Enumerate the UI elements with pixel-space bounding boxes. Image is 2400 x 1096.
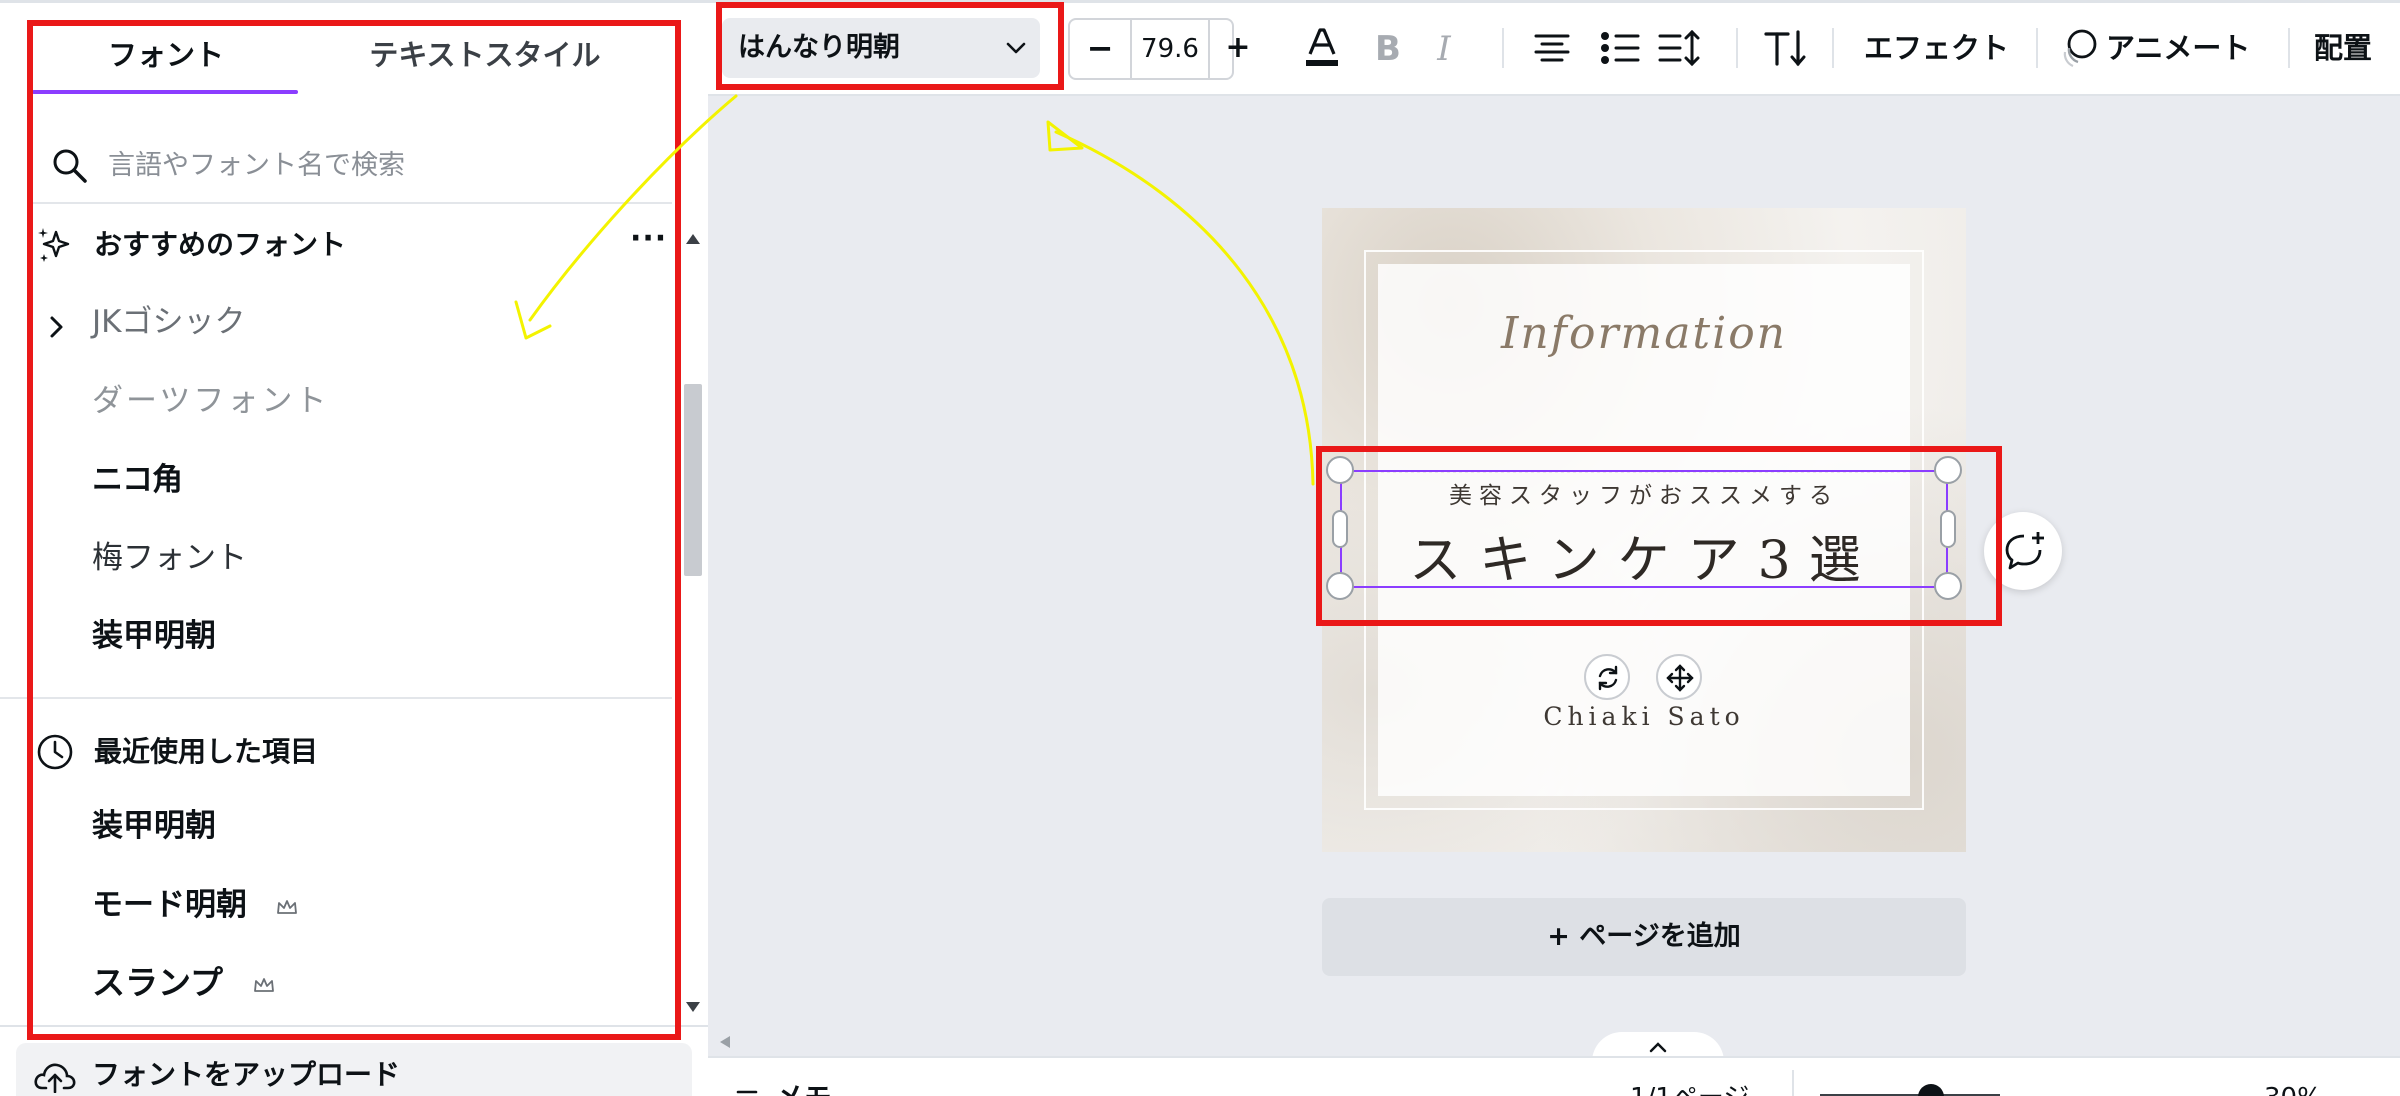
svg-text:B: B [1375, 29, 1401, 69]
toolbar-divider [2288, 28, 2290, 68]
annotation-box-font-panel [27, 20, 681, 1040]
zoom-slider-knob[interactable] [1918, 1084, 1944, 1096]
annotation-box-font-dropdown [716, 2, 1064, 90]
upload-font-label: フォントをアップロード [92, 1058, 401, 1091]
toolbar-divider [1832, 28, 1834, 68]
align-center-icon[interactable] [1528, 24, 1576, 72]
scroll-down-arrow[interactable] [684, 1000, 702, 1014]
design-author-text[interactable]: Chiaki Sato [1322, 702, 1966, 731]
bottom-divider [1792, 1070, 1794, 1096]
comment-plus-icon [2005, 532, 2044, 570]
move-button[interactable] [1656, 654, 1702, 700]
toolbar-divider [1502, 28, 1504, 68]
animate-label: アニメート [2106, 31, 2251, 65]
line-spacing-icon[interactable] [1656, 24, 1704, 72]
scroll-left-arrow[interactable] [718, 1034, 732, 1050]
font-size-input[interactable]: 79.6 [1130, 20, 1210, 78]
font-size-stepper: − 79.6 + [1068, 18, 1251, 80]
bullet-list-icon[interactable] [1596, 24, 1644, 72]
upload-font-button[interactable]: フォントをアップロード [16, 1043, 692, 1096]
rotate-icon [1598, 665, 1618, 691]
bold-icon[interactable]: B [1364, 24, 1412, 72]
cloud-upload-icon [34, 1063, 76, 1093]
italic-icon[interactable]: I [1420, 24, 1468, 72]
effects-button[interactable]: エフェクト [1864, 28, 2009, 68]
annotation-box-selected-text [1316, 446, 2002, 626]
bottom-bar: メモ 1/1ページ 30% [708, 1056, 2400, 1096]
add-page-button[interactable]: + ページを追加 [1322, 898, 1966, 976]
notes-label: メモ [776, 1081, 832, 1096]
move-icon [1666, 664, 1694, 692]
zoom-level[interactable]: 30% [2264, 1080, 2322, 1096]
svg-text:I: I [1436, 29, 1451, 69]
position-button[interactable]: 配置 [2314, 28, 2372, 68]
text-color-icon[interactable] [1298, 24, 1346, 72]
increase-size-button[interactable]: + [1210, 20, 1266, 78]
decrease-size-button[interactable]: − [1070, 20, 1130, 78]
rotate-button[interactable] [1584, 654, 1630, 700]
scrollbar-thumb[interactable] [684, 384, 702, 576]
panel-top-border [0, 0, 708, 3]
page-counter[interactable]: 1/1ページ [1630, 1080, 1749, 1096]
design-title-text[interactable]: Information [1322, 308, 1966, 359]
notes-button[interactable]: メモ [736, 1080, 832, 1096]
notes-icon [736, 1090, 758, 1094]
chevron-up-icon [1649, 1042, 1667, 1053]
animate-icon [2063, 29, 2097, 68]
toolbar-divider [1736, 28, 1738, 68]
scroll-up-arrow[interactable] [684, 232, 702, 246]
toolbar-divider [2036, 28, 2038, 68]
vertical-text-icon[interactable] [1762, 24, 1810, 72]
